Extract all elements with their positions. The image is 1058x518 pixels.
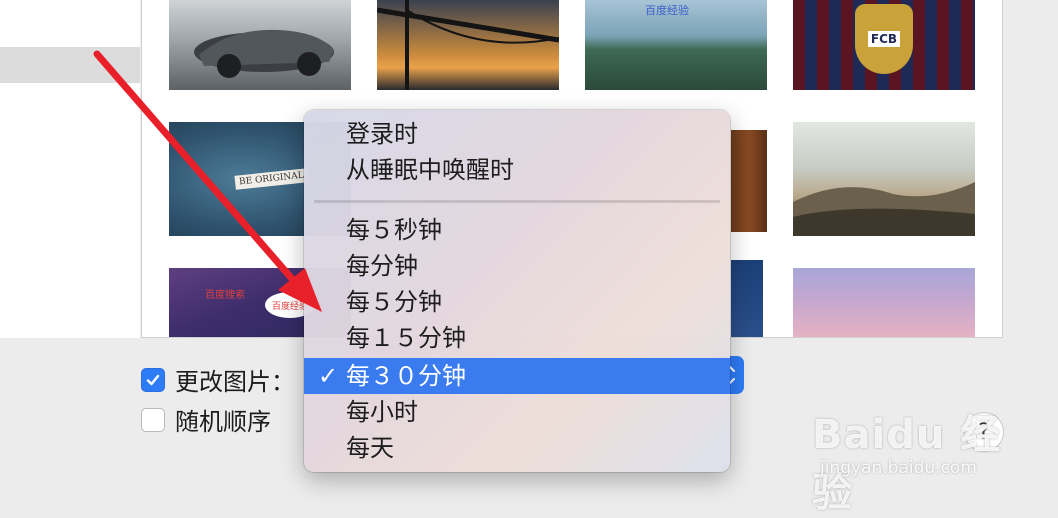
annotation-arrow-icon <box>93 50 322 312</box>
